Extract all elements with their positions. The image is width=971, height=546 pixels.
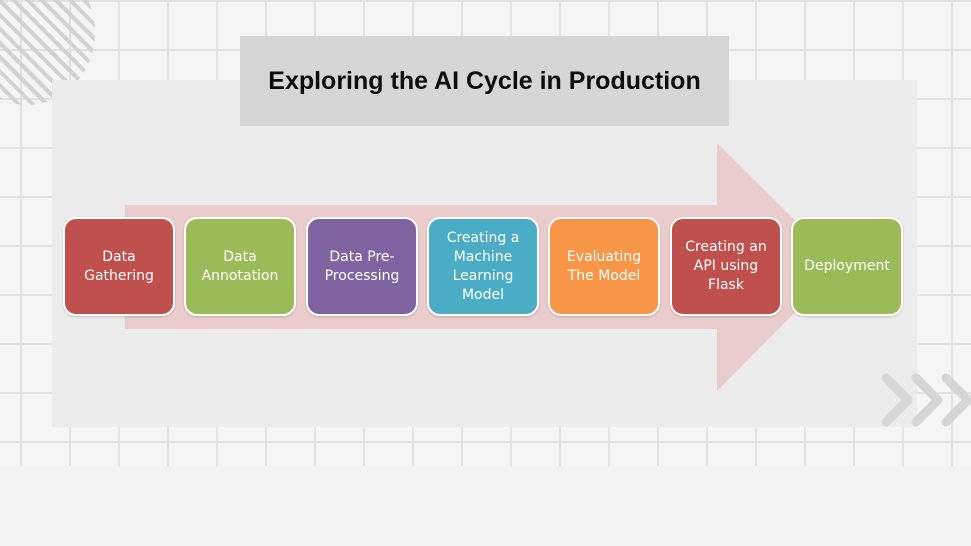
step-label: Creating an API using Flask [685,239,767,293]
step-evaluate-model: Evaluating The Model [548,217,660,316]
step-data-preprocessing: Data Pre- Processing [306,217,418,316]
step-create-ml-model: Creating a Machine Learning Model [427,217,539,316]
step-create-api-flask: Creating an API using Flask [670,217,782,316]
step-label: Data Annotation [201,248,279,284]
step-label: Creating a Machine Learning Model [446,229,520,303]
step-label: Evaluating The Model [566,248,642,284]
step-deployment: Deployment [791,217,903,316]
step-data-annotation: Data Annotation [184,217,296,316]
step-label: Data Pre- Processing [324,248,400,284]
step-label: Data Gathering [84,248,154,284]
chevron-right-icon [881,373,971,427]
step-label: Deployment [804,258,890,274]
slide: Exploring the AI Cycle in Production Dat… [0,0,971,546]
step-data-gathering: Data Gathering [63,217,175,316]
